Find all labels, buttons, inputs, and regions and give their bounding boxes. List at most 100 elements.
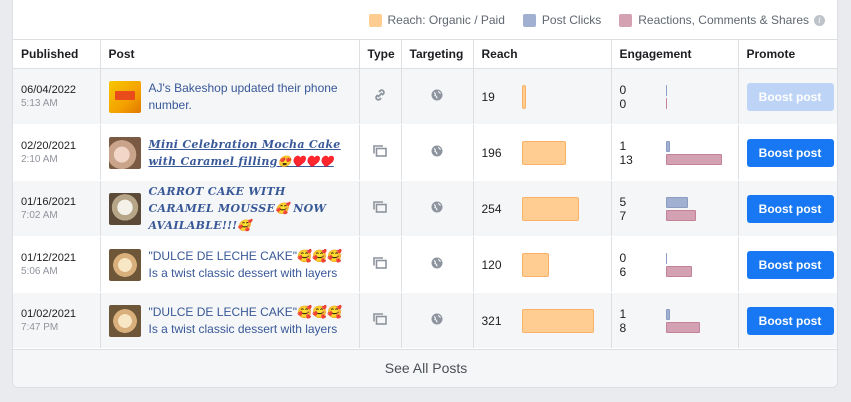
promote-cell: Boost post: [738, 292, 837, 349]
published-cell: 02/20/2021 2:10 AM: [13, 124, 101, 181]
engagement-cell: 1 8: [611, 292, 739, 349]
posts-table: Published Post Type Targeting Reach Enga…: [13, 39, 837, 349]
post-thumbnail[interactable]: [108, 192, 141, 225]
boost-post-button[interactable]: Boost post: [746, 306, 834, 335]
reach-cell: 196: [473, 124, 612, 181]
clicks-swatch: [522, 13, 536, 27]
col-promote[interactable]: Promote: [738, 39, 837, 69]
post-cell[interactable]: Mini Celebration Mocha Cake with Caramel…: [100, 124, 360, 181]
clicks-value: 0: [619, 250, 627, 265]
type-cell: [359, 292, 402, 349]
published-cell: 01/12/2021 5:06 AM: [13, 236, 101, 293]
table-row[interactable]: 01/16/2021 7:02 AM CARROT CAKE WITH CARA…: [13, 180, 837, 237]
published-date: 01/12/2021: [21, 251, 77, 264]
post-thumbnail[interactable]: [108, 304, 141, 337]
reach-bar: [521, 252, 549, 277]
info-icon[interactable]: i: [814, 14, 825, 26]
clicks-bar: [665, 196, 688, 208]
reach-bar: [521, 196, 579, 221]
post-cell[interactable]: CARROT CAKE WITH CARAMEL MOUSSE🥰 NOW AVA…: [100, 180, 360, 237]
reach-cell: 254: [473, 180, 612, 237]
reach-value: 254: [481, 201, 502, 216]
table-header-row: Published Post Type Targeting Reach Enga…: [13, 39, 837, 69]
reactions-value: 0: [619, 96, 627, 111]
promote-cell: Boost post: [738, 124, 837, 181]
boost-post-button[interactable]: Boost post: [746, 250, 834, 279]
targeting-cell: [401, 68, 474, 125]
published-time: 7:47 PM: [21, 321, 59, 333]
post-text[interactable]: "DULCE DE LECHE CAKE"🥰🥰🥰 Is a twist clas…: [149, 248, 351, 282]
table-row[interactable]: 01/12/2021 5:06 AM "DULCE DE LECHE CAKE"…: [13, 236, 837, 293]
promote-cell: Boost post: [738, 68, 837, 125]
legend-reactions: Reactions, Comments & Shares i: [619, 13, 825, 27]
post-thumbnail[interactable]: [108, 80, 141, 113]
published-cell: 06/04/2022 5:13 AM: [13, 68, 101, 125]
col-type[interactable]: Type: [359, 39, 402, 69]
col-post[interactable]: Post: [100, 39, 360, 69]
published-date: 02/20/2021: [21, 139, 77, 152]
clicks-bar: [665, 308, 670, 320]
published-cell: 01/02/2021 7:47 PM: [13, 292, 101, 349]
reach-bar: [521, 84, 526, 109]
published-date: 06/04/2022: [21, 83, 77, 96]
post-text[interactable]: Mini Celebration Mocha Cake with Caramel…: [149, 136, 351, 170]
col-published[interactable]: Published: [13, 39, 101, 69]
reactions-bar: [665, 153, 722, 165]
reach-value: 19: [481, 89, 495, 104]
globe-icon: [431, 257, 443, 269]
chart-legend: Reach: Organic / Paid Post Clicks Reacti…: [351, 12, 825, 28]
clicks-value: 5: [619, 194, 627, 209]
col-targeting[interactable]: Targeting: [401, 39, 474, 69]
post-thumbnail[interactable]: [108, 248, 141, 281]
boost-post-button[interactable]: Boost post: [746, 82, 834, 111]
col-reach[interactable]: Reach: [473, 39, 612, 69]
legend-clicks-label: Post Clicks: [541, 13, 602, 27]
boost-post-button[interactable]: Boost post: [746, 138, 834, 167]
reactions-value: 7: [619, 208, 627, 223]
boost-post-button[interactable]: Boost post: [746, 194, 834, 223]
published-date: 01/16/2021: [21, 195, 77, 208]
reactions-value: 6: [619, 264, 627, 279]
engagement-cell: 5 7: [611, 180, 739, 237]
post-text[interactable]: CARROT CAKE WITH CARAMEL MOUSSE🥰 NOW AVA…: [149, 183, 351, 234]
type-cell: [359, 68, 402, 125]
link-icon: [375, 89, 385, 101]
col-engagement[interactable]: Engagement: [611, 39, 739, 69]
reactions-bar: [665, 97, 667, 109]
album-icon: [373, 313, 387, 325]
targeting-cell: [401, 236, 474, 293]
reactions-value: 8: [619, 320, 627, 335]
post-text[interactable]: AJ's Bakeshop updated their phone number…: [149, 80, 351, 114]
clicks-value: 1: [619, 138, 627, 153]
see-all-posts-link[interactable]: See All Posts: [13, 349, 837, 387]
published-time: 2:10 AM: [21, 153, 58, 165]
reactions-swatch: [619, 13, 633, 27]
clicks-bar: [665, 84, 667, 96]
globe-icon: [431, 145, 443, 157]
post-cell[interactable]: "DULCE DE LECHE CAKE"🥰🥰🥰 Is a twist clas…: [100, 236, 360, 293]
engagement-cell: 0 0: [611, 68, 739, 125]
album-icon: [373, 201, 387, 213]
recent-posts-card: Reach: Organic / Paid Post Clicks Reacti…: [12, 0, 838, 388]
legend-reach: Reach: Organic / Paid: [368, 13, 505, 27]
reach-cell: 321: [473, 292, 612, 349]
post-thumbnail[interactable]: [108, 136, 141, 169]
post-cell[interactable]: "DULCE DE LECHE CAKE"🥰🥰🥰 Is a twist clas…: [100, 292, 360, 349]
globe-icon: [431, 89, 443, 101]
clicks-bar: [665, 252, 667, 264]
published-time: 5:13 AM: [21, 97, 58, 109]
table-row[interactable]: 02/20/2021 2:10 AM Mini Celebration Moch…: [13, 124, 837, 181]
clicks-value: 0: [619, 82, 627, 97]
post-text[interactable]: "DULCE DE LECHE CAKE"🥰🥰🥰 Is a twist clas…: [149, 304, 351, 338]
reactions-bar: [665, 209, 696, 221]
reach-value: 120: [481, 257, 502, 272]
published-date: 01/02/2021: [21, 307, 77, 320]
table-row[interactable]: 06/04/2022 5:13 AM AJ's Bakeshop updated…: [13, 68, 837, 125]
engagement-cell: 1 13: [611, 124, 739, 181]
reach-cell: 19: [473, 68, 612, 125]
clicks-value: 1: [619, 306, 627, 321]
post-cell[interactable]: AJ's Bakeshop updated their phone number…: [100, 68, 360, 125]
published-time: 5:06 AM: [21, 265, 58, 277]
table-row[interactable]: 01/02/2021 7:47 PM "DULCE DE LECHE CAKE"…: [13, 292, 837, 349]
reach-value: 196: [481, 145, 502, 160]
